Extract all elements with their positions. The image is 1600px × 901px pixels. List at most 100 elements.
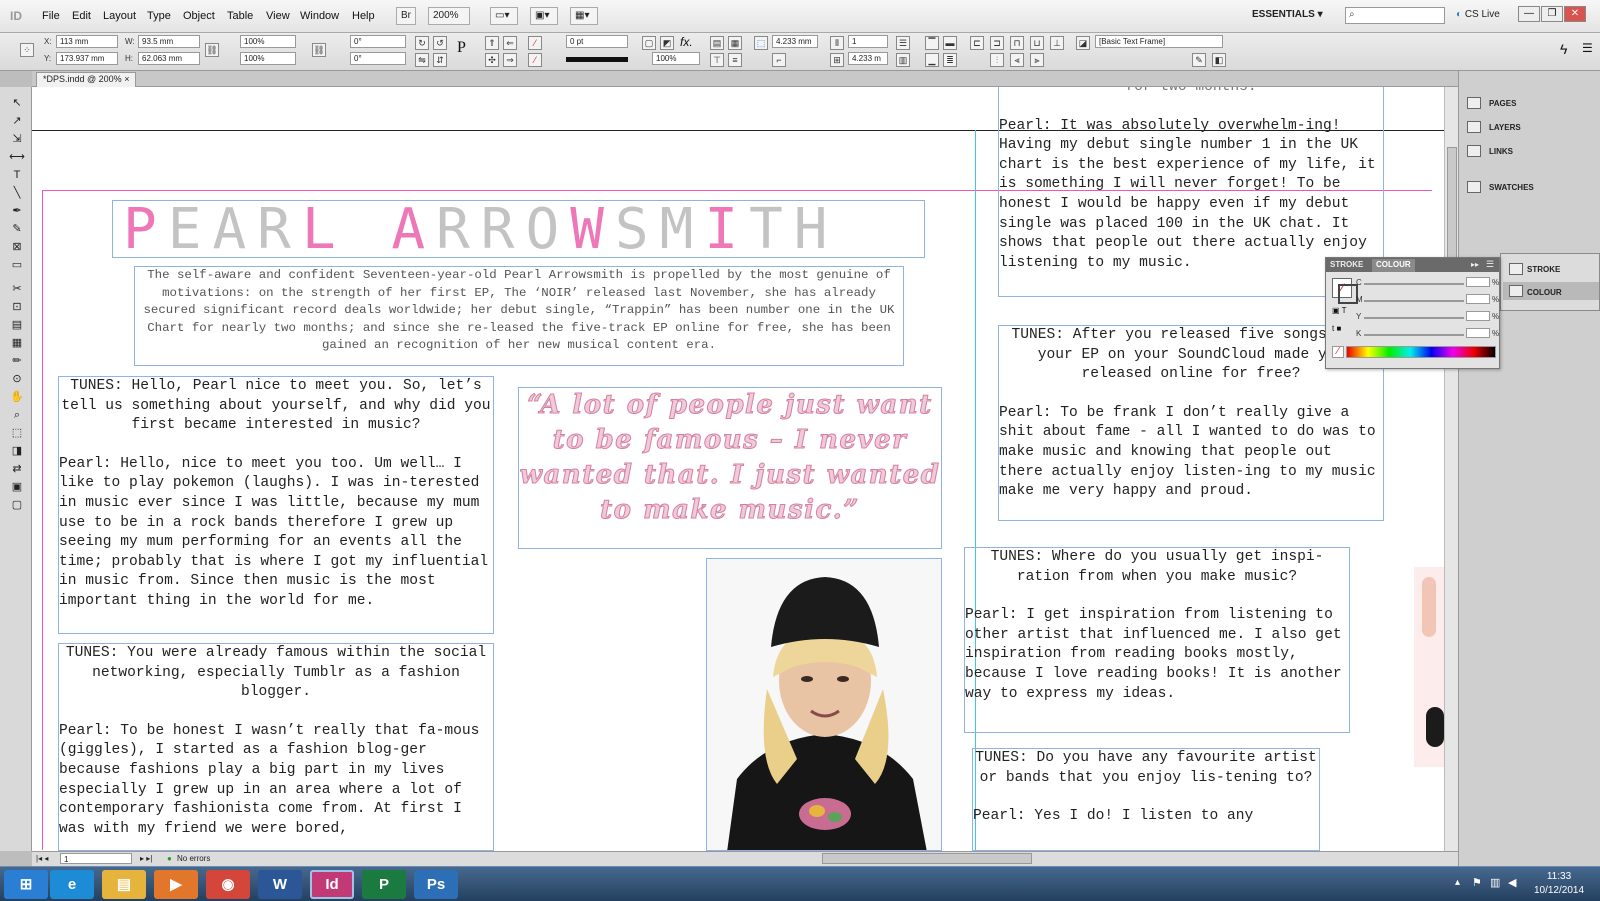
baseline-options-icon[interactable]: ▥ xyxy=(896,53,910,67)
tool-19-icon[interactable]: ◨ xyxy=(8,443,26,459)
align-bottom-edges-icon[interactable]: ⊥ xyxy=(1050,36,1064,50)
y-field[interactable]: 173.937 mm xyxy=(56,52,118,65)
clear-overrides-icon[interactable]: ✎ xyxy=(1192,53,1206,67)
colour-spectrum[interactable] xyxy=(1346,346,1496,358)
tool-6-icon[interactable]: ✒ xyxy=(8,203,26,219)
shear-angle-field[interactable]: 0° xyxy=(350,52,406,65)
flag-icon[interactable]: ⚑ xyxy=(1472,876,1482,889)
corner-options-icon[interactable]: ⌐ xyxy=(772,53,786,67)
height-field[interactable]: 62.063 mm xyxy=(138,52,200,65)
distribute-space-icon[interactable]: ⫷ xyxy=(1010,53,1024,67)
select-previous-icon[interactable]: ⇐ xyxy=(503,36,517,50)
tool-20-icon[interactable]: ⇄ xyxy=(8,461,26,477)
tool-5-icon[interactable]: ╲ xyxy=(8,185,26,201)
rotate-ccw-icon[interactable]: ↺ xyxy=(433,36,447,50)
taskbar-photoshop[interactable]: Ps xyxy=(414,870,458,899)
taskbar-word[interactable]: W xyxy=(258,870,302,899)
none-swatch-icon[interactable]: ⁄ xyxy=(1332,346,1344,358)
select-next-icon[interactable]: ⇒ xyxy=(503,53,517,67)
swatches-panel-tab[interactable]: SWATCHES xyxy=(1489,183,1534,192)
stroke-type-swatch[interactable] xyxy=(566,57,628,62)
colour-menu-icon[interactable]: ☰ xyxy=(1486,259,1494,270)
apply-colour-icon[interactable]: t ■ xyxy=(1332,324,1341,333)
tool-0-icon[interactable]: ↖ xyxy=(8,95,26,111)
width-field[interactable]: 93.5 mm xyxy=(138,35,200,48)
clock-date[interactable]: 10/12/2014 xyxy=(1526,885,1592,896)
stroke-weight-field[interactable]: 0 pt xyxy=(566,35,628,48)
object-style-select[interactable]: [Basic Text Frame] xyxy=(1095,35,1223,48)
fit-frame-icon[interactable]: ⬚ xyxy=(754,36,768,50)
align-top-icon[interactable]: ⊤ xyxy=(710,53,724,67)
tool-17-icon[interactable]: ⌕ xyxy=(8,407,26,423)
document-tab[interactable]: *DPS.indd @ 200% × xyxy=(36,72,137,87)
tool-11-icon[interactable]: ⊡ xyxy=(8,299,26,315)
tab-close-icon[interactable]: × xyxy=(124,74,129,84)
collapse-icon[interactable]: ▸▸ xyxy=(1471,260,1479,269)
black-field[interactable] xyxy=(1466,328,1490,338)
gutter-field[interactable]: 4.233 m xyxy=(848,52,888,65)
tool-13-icon[interactable]: ▦ xyxy=(8,335,26,351)
text-wrap-around-icon[interactable]: ▦ xyxy=(728,36,742,50)
taskbar-media[interactable]: ▶ xyxy=(154,870,198,899)
bridge-button[interactable]: Br xyxy=(396,7,416,25)
panel-menu-icon[interactable]: ☰ xyxy=(1582,41,1593,55)
text-frame-options-icon[interactable]: ☰ xyxy=(896,36,910,50)
menu-object[interactable]: Object xyxy=(183,10,215,22)
scale-y-field[interactable]: 100% xyxy=(240,52,296,65)
tool-14-icon[interactable]: ✏ xyxy=(8,353,26,369)
vertical-scrollbar[interactable] xyxy=(1444,87,1458,851)
x-field[interactable]: 113 mm xyxy=(56,35,118,48)
title-frame[interactable]: PEARL ARROWSMITH xyxy=(112,200,925,258)
document-canvas[interactable]: PEARL ARROWSMITH The self-aware and conf… xyxy=(32,87,1458,851)
object-style-options-icon[interactable]: ◧ xyxy=(1212,53,1226,67)
gutter-icon[interactable]: ⊞ xyxy=(830,53,844,67)
pages-panel-tab[interactable]: PAGES xyxy=(1489,99,1516,108)
tool-22-icon[interactable]: ▢ xyxy=(8,497,26,513)
magenta-slider[interactable] xyxy=(1364,300,1464,302)
menu-edit[interactable]: Edit xyxy=(72,10,91,22)
tool-12-icon[interactable]: ▤ xyxy=(8,317,26,333)
reference-point-icon[interactable]: ⁘ xyxy=(20,43,34,57)
tool-16-icon[interactable]: ✋ xyxy=(8,389,26,405)
start-button[interactable]: ⊞ xyxy=(4,870,48,899)
colour-stroke-tab[interactable]: STROKE xyxy=(1330,260,1363,269)
taskbar-ie[interactable]: e xyxy=(50,870,94,899)
cs-live-button[interactable]: ◐ CS Live xyxy=(1456,9,1500,20)
clock-time[interactable]: 11:33 xyxy=(1532,871,1586,882)
black-slider[interactable] xyxy=(1364,334,1464,336)
quote-frame[interactable]: “A lot of people just want to be famous … xyxy=(518,387,942,549)
formatting-container-icon[interactable]: ▣ T xyxy=(1332,306,1347,315)
flip-vertical-icon[interactable]: ⇵ xyxy=(433,53,447,67)
lightning-icon[interactable]: ϟ xyxy=(1560,41,1567,57)
page-number-field[interactable]: 1 xyxy=(60,853,132,864)
taskbar-publisher[interactable]: P xyxy=(362,870,406,899)
align-horizontal-centers-icon[interactable]: ⊐ xyxy=(990,36,1004,50)
reference-size-field[interactable]: 4.233 mm xyxy=(772,35,818,48)
workspace-switcher[interactable]: ESSENTIALS ▾ xyxy=(1252,9,1323,20)
yellow-slider[interactable] xyxy=(1364,317,1464,319)
search-input[interactable]: ⌕ xyxy=(1345,7,1445,24)
photo-frame[interactable] xyxy=(706,558,942,851)
screen-mode-icon[interactable]: ▣▾ xyxy=(530,7,558,25)
align-center-icon[interactable]: ≡ xyxy=(728,53,742,67)
interview-frame-2[interactable]: TUNES: You were already famous within th… xyxy=(58,643,494,851)
taskbar-indesign[interactable]: Id xyxy=(310,870,354,899)
interview-frame-6[interactable]: TUNES: Do you have any favourite artist … xyxy=(972,748,1320,851)
volume-icon[interactable]: ◀ xyxy=(1508,876,1516,889)
tool-15-icon[interactable]: ⊙ xyxy=(8,371,26,387)
vertical-justify-top-icon[interactable]: ▔ xyxy=(925,36,939,50)
colour-panel-tab[interactable]: COLOUR xyxy=(1527,288,1562,297)
select-content-icon[interactable]: ✣ xyxy=(485,53,499,67)
close-button[interactable]: ✕ xyxy=(1564,6,1586,22)
vertical-justify-bottom-icon[interactable]: ▁ xyxy=(925,53,939,67)
stroke-panel-tab[interactable]: STROKE xyxy=(1527,265,1560,274)
horizontal-scroll-thumb[interactable] xyxy=(822,853,1032,864)
menu-layout[interactable]: Layout xyxy=(103,10,136,22)
tool-2-icon[interactable]: ⇲ xyxy=(8,131,26,147)
tool-7-icon[interactable]: ✎ xyxy=(8,221,26,237)
tool-8-icon[interactable]: ⊠ xyxy=(8,239,26,255)
menu-window[interactable]: Window xyxy=(300,10,339,22)
tray-arrow-icon[interactable]: ▴ xyxy=(1455,877,1460,888)
network-icon[interactable]: ▥ xyxy=(1490,876,1500,889)
columns-icon[interactable]: ⫴ xyxy=(830,36,844,50)
